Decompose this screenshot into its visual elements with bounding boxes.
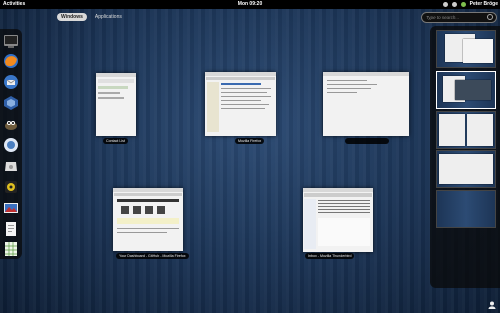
window-content xyxy=(221,92,267,93)
window-content xyxy=(117,218,179,224)
user-menu[interactable]: Peter Bröge xyxy=(470,1,498,7)
thunderbird-icon[interactable] xyxy=(3,74,19,90)
window-content xyxy=(221,108,265,109)
workspace-wallpaper xyxy=(437,191,495,227)
window-caption: Inbox - Mozilla Thunderbird xyxy=(305,253,355,259)
window-titlebar xyxy=(113,188,183,192)
workspace-thumbnail-2[interactable] xyxy=(436,71,496,109)
window-content xyxy=(318,209,370,210)
window-content xyxy=(318,218,370,246)
terminal-icon[interactable] xyxy=(3,33,19,49)
activities-button[interactable]: Activities xyxy=(3,1,25,7)
window-content xyxy=(327,84,377,85)
window-content xyxy=(157,206,165,214)
window-titlebar xyxy=(323,72,409,76)
window-caption: Contact List xyxy=(103,138,128,144)
user-status-icon[interactable] xyxy=(460,1,466,7)
window-content xyxy=(145,206,153,214)
window-firefox[interactable] xyxy=(205,72,276,136)
window-content xyxy=(304,199,316,249)
window-content xyxy=(114,193,182,196)
window-caption: Your Dashboard - GitHub - Mozilla Firefo… xyxy=(116,253,189,259)
tab-applications[interactable]: Applications xyxy=(91,13,126,21)
image-viewer-icon[interactable] xyxy=(3,200,19,216)
view-selector: Windows Applications xyxy=(57,13,126,21)
window-content xyxy=(121,206,129,214)
window-content xyxy=(221,96,271,97)
chat-icon[interactable] xyxy=(3,137,19,153)
workspace-switcher xyxy=(430,26,500,288)
workspace-window xyxy=(455,80,491,100)
window-titlebar xyxy=(303,188,373,192)
window-content xyxy=(98,79,134,83)
disk-utility-icon[interactable] xyxy=(3,158,19,174)
window-content xyxy=(98,86,128,89)
network-icon[interactable] xyxy=(442,1,448,7)
firefox-icon[interactable] xyxy=(3,53,19,69)
search-box[interactable] xyxy=(421,12,497,23)
window-contact-list[interactable] xyxy=(96,73,136,136)
window-content xyxy=(117,199,179,202)
dash xyxy=(0,29,22,259)
window-content xyxy=(221,100,261,101)
window-content xyxy=(318,200,370,201)
window-content xyxy=(133,206,141,214)
gimp-icon[interactable] xyxy=(3,116,19,132)
rhythmbox-icon[interactable] xyxy=(3,179,19,195)
workspace-window xyxy=(467,114,493,146)
virtualbox-icon[interactable] xyxy=(3,95,19,111)
window-titlebar xyxy=(205,72,276,76)
window-content xyxy=(207,82,219,132)
search-input[interactable] xyxy=(426,14,478,21)
window-content xyxy=(221,104,269,105)
window-content xyxy=(98,97,124,99)
tab-windows[interactable]: Windows xyxy=(57,13,87,21)
window-content xyxy=(327,80,367,81)
workspace-window xyxy=(439,114,465,146)
user-status-icon[interactable] xyxy=(488,301,496,309)
window-document[interactable] xyxy=(323,72,409,136)
window-content xyxy=(206,77,275,80)
window-content xyxy=(318,212,370,213)
clock[interactable]: Mon 09:20 xyxy=(238,1,262,7)
window-content xyxy=(98,92,120,94)
window-content xyxy=(304,193,372,197)
window-content xyxy=(327,88,371,89)
workspace-thumbnail-1[interactable] xyxy=(436,30,496,68)
window-content xyxy=(117,232,167,233)
workspace-thumbnail-5[interactable] xyxy=(436,190,496,228)
window-caption: Mozilla Firefox xyxy=(235,138,265,144)
workspace-window xyxy=(463,39,493,63)
window-titlebar xyxy=(96,73,136,77)
window-content xyxy=(221,83,261,85)
text-editor-icon[interactable] xyxy=(3,221,19,237)
window-content xyxy=(318,203,370,204)
window-caption xyxy=(345,138,389,144)
window-content xyxy=(318,206,370,207)
workspace-thumbnail-4[interactable] xyxy=(436,150,496,188)
top-panel: Activities Mon 09:20 Peter Bröge xyxy=(0,0,500,9)
system-tray: Peter Bröge xyxy=(442,1,498,7)
workspace-window xyxy=(439,154,493,184)
window-content xyxy=(327,92,357,93)
window-content xyxy=(117,228,179,229)
desktop-wallpaper xyxy=(0,0,500,313)
search-icon xyxy=(487,14,493,20)
volume-icon[interactable] xyxy=(451,1,457,7)
window-content xyxy=(221,88,271,89)
window-thunderbird[interactable] xyxy=(303,188,373,252)
workspace-thumbnail-3[interactable] xyxy=(436,111,496,149)
window-github[interactable] xyxy=(113,188,183,251)
spreadsheet-icon[interactable] xyxy=(3,241,19,257)
